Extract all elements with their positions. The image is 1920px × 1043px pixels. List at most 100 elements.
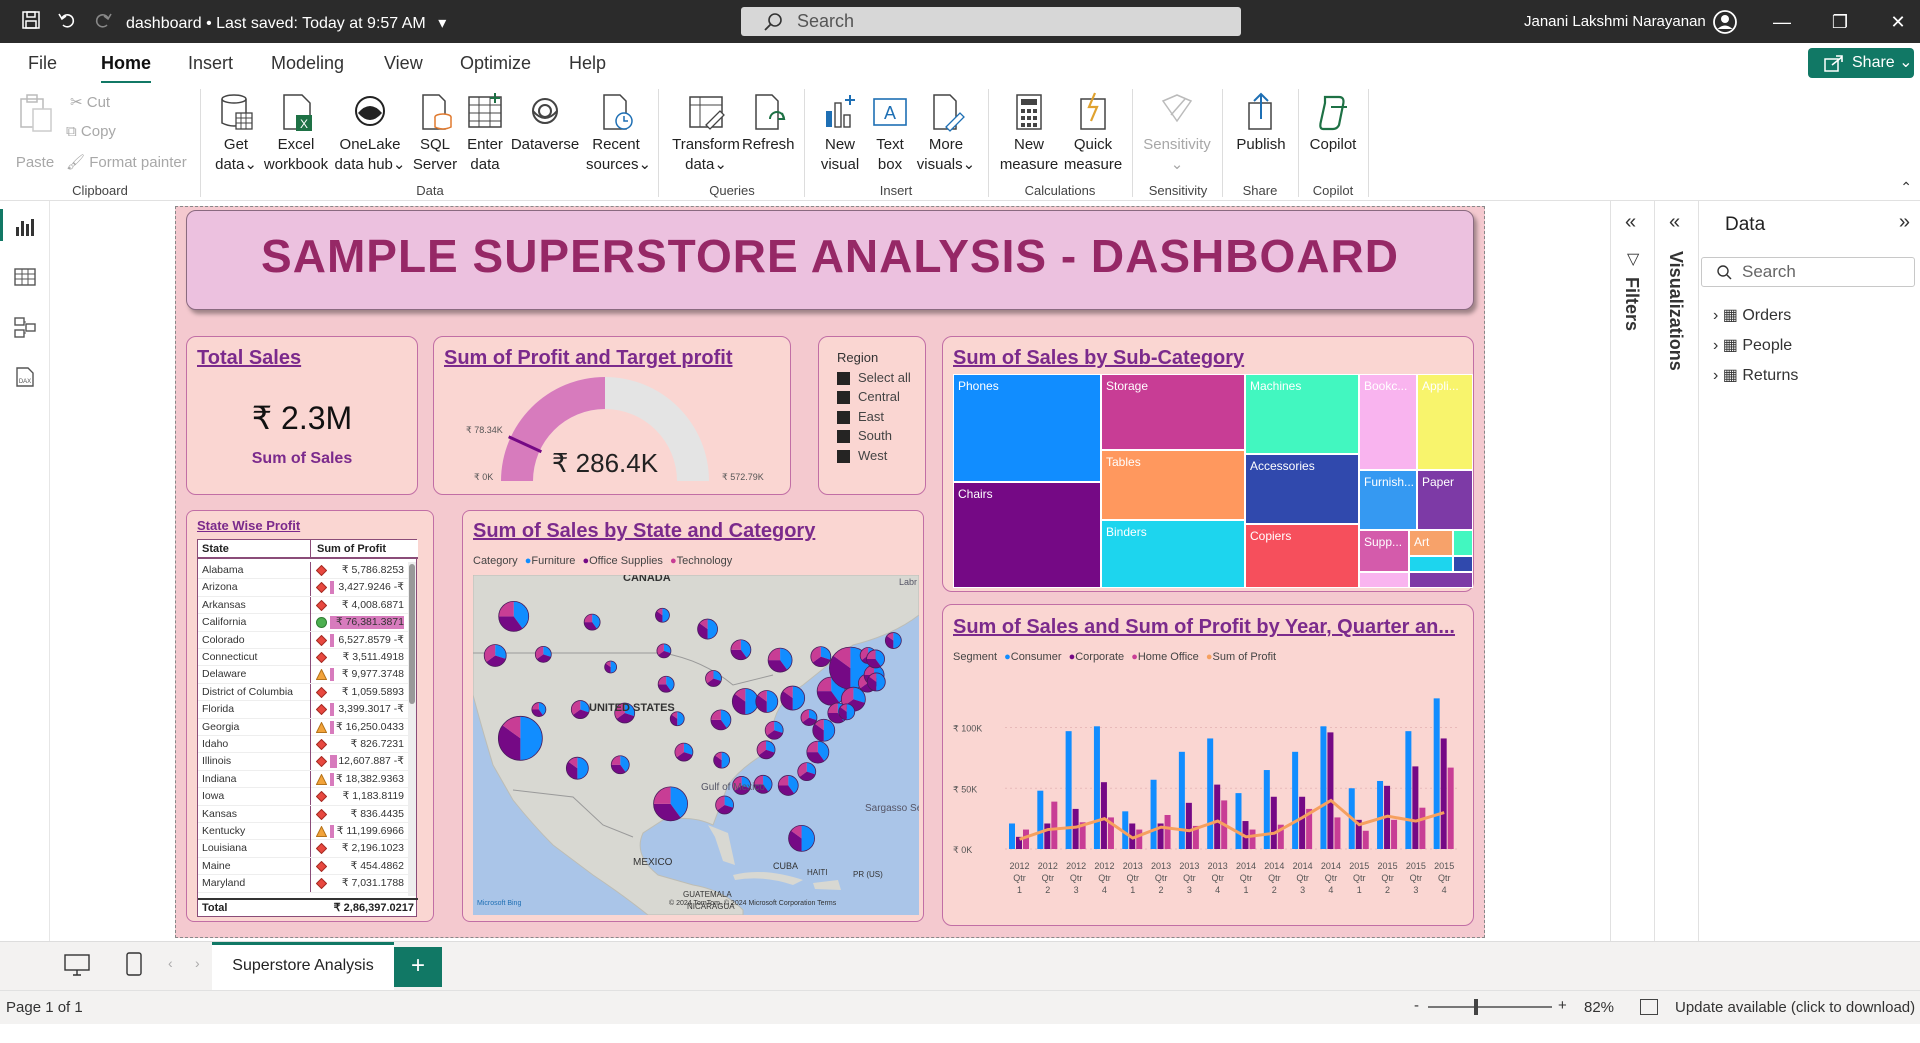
bar[interactable] (1185, 802, 1192, 849)
map-bubble[interactable] (710, 709, 732, 731)
treemap-tile[interactable]: Appli... (1417, 374, 1473, 470)
table-row[interactable]: Louisiana ₹ 2,196.1023 (198, 840, 408, 858)
update-available-link[interactable]: Update available (click to download) (1675, 999, 1915, 1016)
treemap-tile[interactable]: Binders (1101, 520, 1245, 588)
expand-visualizations-icon[interactable]: « (1669, 211, 1680, 234)
dashboard-title-card[interactable]: SAMPLE SUPERSTORE ANALYSIS - DASHBOARD (186, 210, 1474, 310)
map-bubble[interactable] (866, 672, 886, 692)
bar[interactable] (1235, 793, 1242, 849)
bar[interactable] (1009, 823, 1015, 849)
collapse-filters-icon[interactable]: « (1625, 211, 1636, 234)
map-bubble[interactable] (656, 643, 672, 659)
checkbox[interactable] (837, 450, 850, 464)
map-bubble[interactable] (655, 607, 670, 623)
treemap-tile[interactable]: Phones (953, 374, 1101, 482)
bar[interactable] (1433, 698, 1440, 849)
treemap-tile[interactable] (1409, 572, 1473, 588)
map-bubble[interactable] (800, 709, 818, 727)
state-profit-table-card[interactable]: State Wise Profit State Sum of Profit Al… (186, 510, 434, 922)
map-attribution[interactable]: © 2024 TomTom, © 2024 Microsoft Corporat… (669, 899, 837, 907)
user-name[interactable]: Janani Lakshmi Narayanan (1524, 13, 1706, 30)
report-view-icon[interactable] (13, 215, 37, 239)
table-item-returns[interactable]: › ▦ Returns (1713, 365, 1798, 385)
map-canvas[interactable]: CANADA UNITED STATES MEXICO Gulf of Mexi… (473, 575, 919, 915)
paste-button[interactable]: Paste (14, 91, 56, 173)
zoom-out-button[interactable]: - (1414, 997, 1419, 1014)
slicer-item-south[interactable]: South (837, 428, 892, 444)
share-button[interactable]: Share ⌄ (1808, 48, 1914, 78)
bar[interactable] (1412, 766, 1419, 849)
slicer-item-central[interactable]: Central (837, 389, 900, 405)
table-scrollbar[interactable] (408, 562, 416, 896)
table-row[interactable]: Maryland ₹ 7,031.1788 (198, 875, 408, 893)
treemap-tile[interactable]: Tables (1101, 450, 1245, 520)
map-bubble[interactable] (730, 639, 752, 661)
fit-to-page-icon[interactable] (1640, 999, 1658, 1015)
map-bubble[interactable] (713, 751, 731, 769)
slicer-item-select-all[interactable]: Select all (837, 370, 911, 386)
header-sum-of-profit[interactable]: Sum of Profit (310, 540, 386, 559)
map-bubble[interactable] (657, 675, 675, 693)
mobile-layout-icon[interactable] (126, 952, 142, 976)
zoom-in-button[interactable]: + (1558, 997, 1567, 1014)
map-bubble[interactable] (755, 690, 779, 713)
recent-sources-button[interactable]: Recent sources⌄ (586, 91, 651, 175)
table-row[interactable]: Maine ₹ 454.4862 (198, 857, 408, 876)
slicer-item-west[interactable]: West (837, 448, 887, 464)
map-bubble[interactable] (756, 740, 776, 760)
tab-view[interactable]: View (384, 53, 423, 74)
bar[interactable] (1100, 782, 1107, 849)
zoom-slider[interactable] (1428, 1006, 1552, 1008)
map-bubble[interactable] (777, 775, 799, 796)
onelake-data-hub-button[interactable]: OneLake data hub⌄ (332, 91, 408, 175)
table-row[interactable]: Illinois 12,607.887 -₹ (198, 753, 408, 771)
table-item-orders[interactable]: › ▦ Orders (1713, 305, 1791, 325)
bar[interactable] (1178, 751, 1185, 849)
legend-item-sum-of-profit[interactable]: ●Sum of Profit (1206, 651, 1276, 663)
bar[interactable] (1214, 784, 1221, 849)
document-title[interactable]: dashboard • Last saved: Today at 9:57 AM… (126, 13, 446, 33)
map-bubble[interactable] (705, 670, 722, 687)
slicer-item-east[interactable]: East (837, 409, 884, 425)
bar[interactable] (1391, 819, 1398, 849)
table-row[interactable]: Kentucky ₹ 11,199.6966 (198, 823, 408, 841)
map-bubble[interactable] (866, 649, 885, 669)
excel-workbook-button[interactable]: X Excel workbook (262, 91, 330, 175)
bar[interactable] (1270, 796, 1277, 849)
map-bubble[interactable] (531, 702, 547, 717)
bar[interactable] (1164, 814, 1171, 849)
cut-button[interactable]: ✂ Cut (70, 93, 110, 111)
visualizations-label[interactable]: Visualizations (1665, 251, 1686, 371)
zoom-level[interactable]: 82% (1584, 999, 1614, 1016)
visualizations-pane[interactable]: « Visualizations (1654, 201, 1698, 941)
map-bubble[interactable] (764, 720, 784, 740)
bar[interactable] (1249, 829, 1256, 849)
bar[interactable] (1377, 780, 1384, 849)
treemap-tile[interactable]: Machines (1245, 374, 1359, 454)
map-bubble[interactable] (583, 613, 601, 631)
desktop-layout-icon[interactable] (64, 954, 90, 976)
bar[interactable] (1440, 738, 1447, 849)
redo-icon[interactable] (92, 10, 114, 32)
get-data-button[interactable]: Get data⌄ (212, 91, 260, 175)
bar[interactable] (1065, 731, 1072, 849)
chevron-right-icon[interactable]: › (1713, 337, 1718, 354)
table-row[interactable]: Kansas ₹ 836.4435 (198, 805, 408, 823)
map-bubble[interactable] (565, 756, 589, 780)
bar[interactable] (1263, 770, 1270, 849)
map-bubble[interactable] (653, 786, 688, 822)
header-state[interactable]: State (202, 540, 229, 558)
table-row[interactable]: Alabama ₹ 5,786.8253 (198, 562, 408, 580)
bar[interactable] (1044, 823, 1051, 849)
table-row[interactable]: Idaho ₹ 826.7231 (198, 736, 408, 754)
checkbox[interactable] (837, 411, 850, 425)
model-view-icon[interactable] (13, 315, 37, 339)
table-view-icon[interactable] (13, 265, 37, 289)
chevron-right-icon[interactable]: › (1713, 367, 1718, 384)
treemap-tile[interactable]: Bookc... (1359, 374, 1417, 470)
bar[interactable] (1447, 767, 1454, 849)
text-box-button[interactable]: A Text box (868, 91, 912, 175)
table-row[interactable]: Arizona 3,427.9246 -₹ (198, 579, 408, 597)
treemap-tile[interactable] (1453, 556, 1473, 572)
legend-item-corporate[interactable]: ●Corporate (1069, 651, 1125, 663)
